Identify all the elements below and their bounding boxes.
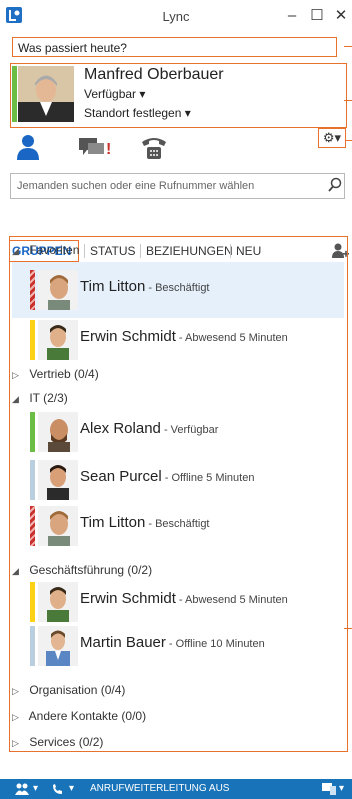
contact-name: Sean Purcel <box>80 468 162 485</box>
presence-busy-bar <box>30 506 35 546</box>
group-header-andere-kontakte[interactable]: ▷ Andere Kontakte (0/0) <box>12 706 344 726</box>
group-header-organisation[interactable]: ▷ Organisation (0/4) <box>12 680 344 700</box>
contact-status: - Offline 5 Minuten <box>161 472 255 484</box>
call-forwarding-status[interactable]: ANRUFWEITERLEITUNG AUS <box>90 779 229 799</box>
avatar <box>38 506 78 546</box>
contact-status: - Abwesend 5 Minuten <box>175 594 288 606</box>
group-label: Vertrieb (0/4) <box>29 367 99 381</box>
svg-text:!: ! <box>106 141 111 158</box>
contact-status: - Abwesend 5 Minuten <box>175 332 288 344</box>
presence-offline-bar <box>30 626 35 666</box>
chevron-down-icon: ▾ <box>33 783 39 794</box>
avatar <box>38 582 78 622</box>
expand-triangle-icon: ▷ <box>12 738 19 748</box>
device-icon[interactable] <box>322 783 336 795</box>
presence-away-bar <box>30 582 35 622</box>
contact-name: Erwin Schmidt <box>80 590 176 607</box>
presence-available-bar <box>30 412 35 452</box>
options-gear-button[interactable]: ⚙▾ <box>318 128 346 148</box>
presence-offline-bar <box>30 460 35 500</box>
contact-status: - Beschäftigt <box>145 518 210 530</box>
search-icon[interactable] <box>327 177 343 193</box>
location-dropdown[interactable]: Standort festlegen ▾ <box>84 106 191 120</box>
conversations-icon[interactable]: ! <box>78 132 114 162</box>
title-bar: Lync – ☐ ✕ <box>0 0 352 32</box>
contact-name: Alex Roland <box>80 420 161 437</box>
chevron-down-icon: ▾ <box>339 783 345 794</box>
annotation-tick <box>346 140 352 141</box>
contacts-icon[interactable] <box>15 132 41 162</box>
group-label: Favoriten <box>29 243 80 257</box>
contact-fav-tim-litton[interactable]: Tim Litton - Beschäftigt <box>12 262 344 318</box>
contact-name: Tim Litton <box>80 278 146 295</box>
contact-status: - Verfügbar <box>160 424 219 436</box>
group-header-vertrieb[interactable]: ▷ Vertrieb (0/4) <box>12 364 344 384</box>
contact-gf-martin-bauer[interactable]: Martin Bauer - Offline 10 Minuten <box>12 618 344 674</box>
availability-dropdown[interactable]: Verfügbar ▾ <box>84 87 145 101</box>
profile-avatar[interactable] <box>18 66 74 122</box>
search-input[interactable]: Jemanden suchen oder eine Rufnummer wähl… <box>10 173 345 199</box>
close-button[interactable]: ✕ <box>330 5 352 27</box>
status-note-input[interactable]: Was passiert heute? <box>12 37 337 57</box>
contact-status: - Beschäftigt <box>145 282 210 294</box>
group-header-favoriten[interactable]: ◢ Favoriten <box>12 240 344 260</box>
contact-it-tim-litton[interactable]: Tim Litton - Beschäftigt <box>12 498 344 554</box>
group-label: Services (0/2) <box>29 735 104 749</box>
profile-presence-bar <box>12 66 17 122</box>
profile-name: Manfred Oberbauer <box>84 66 224 83</box>
expand-triangle-icon: ▷ <box>12 712 19 722</box>
expand-triangle-icon: ▷ <box>12 370 19 380</box>
contact-status: - Offline 10 Minuten <box>165 638 265 650</box>
meeting-icon[interactable] <box>14 782 30 796</box>
avatar <box>38 320 78 360</box>
avatar <box>38 270 78 310</box>
contact-name: Erwin Schmidt <box>80 328 176 345</box>
call-forward-icon[interactable] <box>51 782 65 796</box>
phone-icon[interactable] <box>140 132 168 162</box>
group-header-services[interactable]: ▷ Services (0/2) <box>12 732 344 752</box>
contact-name: Tim Litton <box>80 514 146 531</box>
avatar <box>38 412 78 452</box>
contact-name: Martin Bauer <box>80 634 166 651</box>
group-label: Andere Kontakte (0/0) <box>28 709 147 723</box>
expand-triangle-icon: ▷ <box>12 686 19 696</box>
avatar <box>38 460 78 500</box>
annotation-tick <box>344 628 352 629</box>
group-label: IT (2/3) <box>29 391 68 405</box>
annotation-tick <box>344 100 352 101</box>
presence-away-bar <box>30 320 35 360</box>
maximize-button[interactable]: ☐ <box>306 5 328 27</box>
group-label: Organisation (0/4) <box>29 683 126 697</box>
bottom-status-bar: ▾ ▾ ANRUFWEITERLEITUNG AUS ▾ <box>0 779 352 799</box>
contact-fav-erwin-schmidt[interactable]: Erwin Schmidt - Abwesend 5 Minuten <box>12 312 344 368</box>
avatar <box>38 626 78 666</box>
chevron-down-icon: ▾ <box>69 783 75 794</box>
minimize-button[interactable]: – <box>281 5 303 27</box>
annotation-tick <box>344 46 352 47</box>
presence-busy-bar <box>30 270 35 310</box>
collapse-triangle-icon: ◢ <box>12 246 19 256</box>
